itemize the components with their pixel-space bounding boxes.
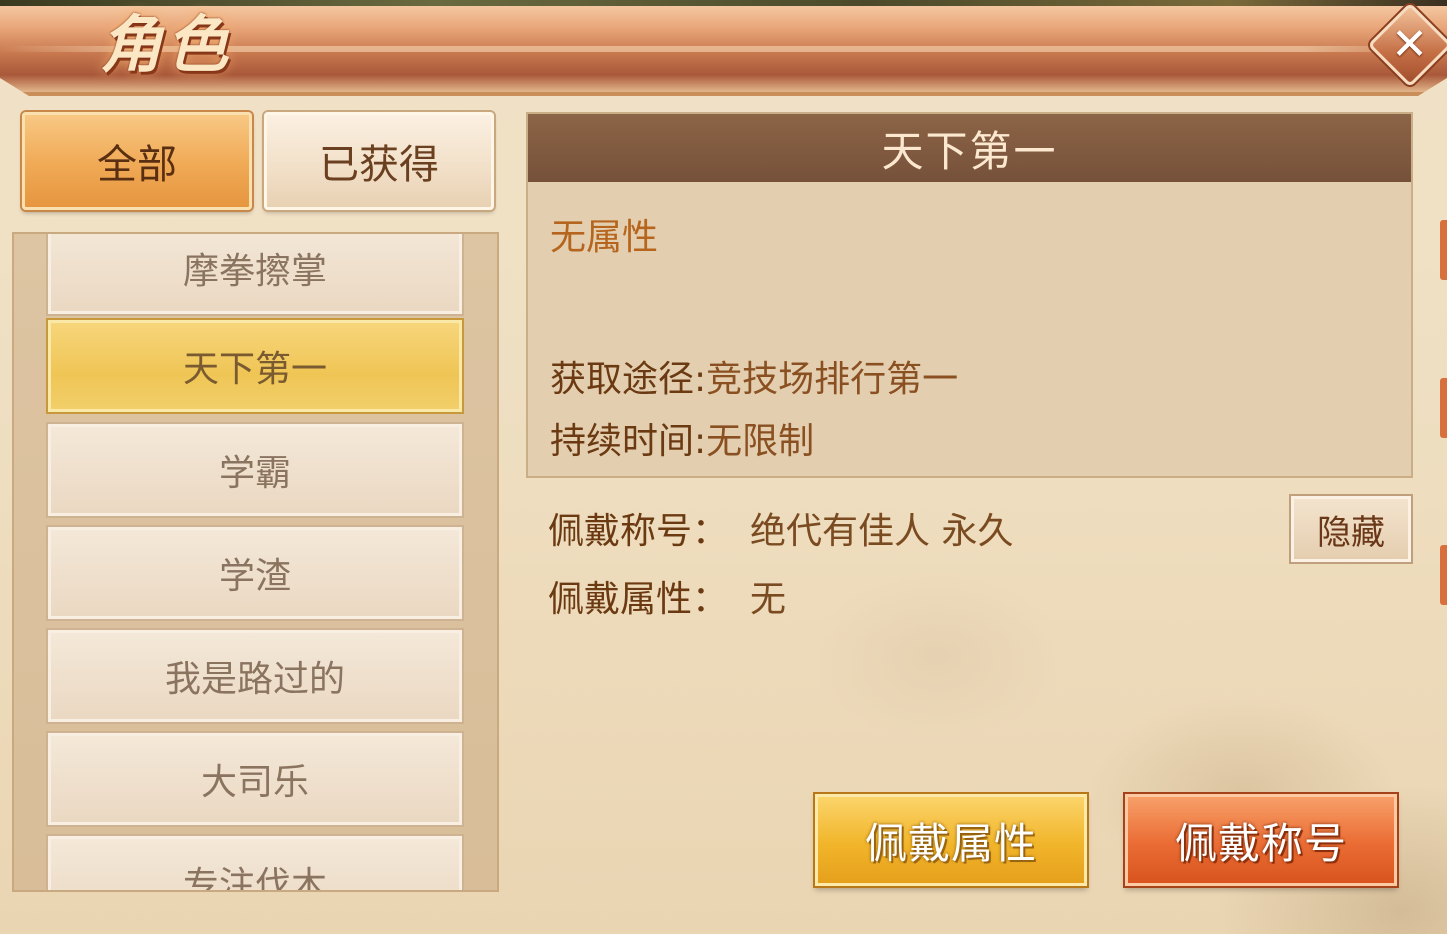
detail-attribute: 无属性 [550, 217, 659, 258]
list-item-selected[interactable]: 天下第一 [48, 320, 462, 412]
hide-button[interactable]: 隐藏 [1291, 496, 1411, 562]
wear-attribute-button[interactable]: 佩戴属性 [815, 794, 1087, 886]
close-button[interactable]: ✕ [1367, 2, 1447, 88]
close-icon: ✕ [1391, 19, 1428, 70]
list-item[interactable]: 学渣 [48, 527, 462, 619]
wearing-attr-row: 佩戴属性： 无 [548, 570, 786, 622]
side-edge-tab[interactable] [1440, 378, 1447, 438]
side-edge-tab[interactable] [1440, 220, 1447, 280]
wearing-attr-label: 佩戴属性： [548, 579, 729, 620]
title-list-panel[interactable]: 摩拳擦掌 天下第一 学霸 学渣 我是路过的 大司乐 专注伐木 [12, 232, 499, 892]
wearing-title-row: 佩戴称号： 绝代有佳人 永久 [548, 502, 1013, 554]
detail-source: 获取途径:竞技场排行第一 [550, 350, 958, 402]
detail-source-value: 竞技场排行第一 [706, 359, 959, 400]
tab-owned[interactable]: 已获得 [264, 112, 494, 210]
window-title: 角色 [100, 8, 233, 81]
side-edge-tab[interactable] [1440, 545, 1447, 605]
list-item[interactable]: 大司乐 [48, 733, 462, 825]
detail-source-label: 获取途径: [550, 359, 707, 400]
list-item[interactable]: 我是路过的 [48, 630, 462, 722]
wearing-title-value: 绝代有佳人 永久 [750, 511, 1014, 552]
list-item[interactable]: 专注伐木 [48, 836, 462, 890]
detail-title: 天下第一 [528, 114, 1411, 182]
wearing-attr-value: 无 [750, 579, 787, 620]
detail-duration-label: 持续时间: [550, 421, 707, 462]
list-item[interactable]: 摩拳擦掌 [48, 234, 462, 314]
title-detail-panel: 天下第一 无属性 获取途径:竞技场排行第一 持续时间:无限制 [526, 112, 1413, 478]
wearing-title-label: 佩戴称号： [548, 511, 729, 552]
wear-title-button[interactable]: 佩戴称号 [1125, 794, 1397, 886]
detail-duration: 持续时间:无限制 [550, 412, 814, 464]
tab-all[interactable]: 全部 [22, 112, 252, 210]
list-item[interactable]: 学霸 [48, 424, 462, 516]
detail-duration-value: 无限制 [706, 421, 815, 462]
